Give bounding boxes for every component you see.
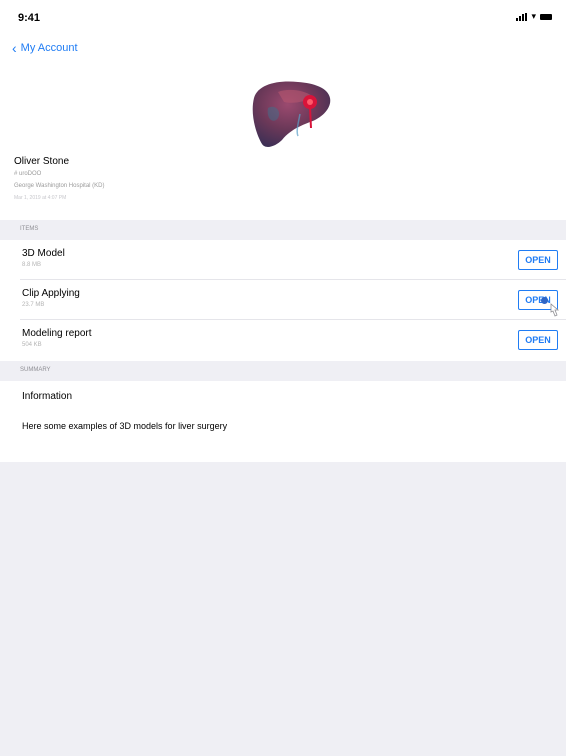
item-title: 3D Model: [22, 248, 65, 259]
open-button[interactable]: OPEN: [518, 250, 558, 270]
item-title: Modeling report: [22, 328, 92, 339]
summary-title: Information: [22, 391, 73, 402]
wifi-icon: ▾: [531, 11, 536, 21]
status-bar: 9:41 ▾: [0, 0, 566, 34]
list-item-3d-model: 3D Model 8.8 MB OPEN: [0, 240, 566, 280]
chevron-left-icon: ‹: [12, 40, 17, 56]
profile-card: Oliver Stone # uroDOO George Washington …: [0, 64, 566, 220]
item-size: 8.8 MB: [22, 262, 42, 268]
list-item-clip-applying: Clip Applying 23.7 MB OPEN: [0, 280, 566, 320]
item-title: Clip Applying: [22, 288, 80, 299]
items-list: 3D Model 8.8 MB OPEN Clip Applying 23.7 …: [0, 240, 566, 361]
open-button[interactable]: OPEN: [518, 330, 558, 350]
summary-card: Information Here some examples of 3D mod…: [0, 381, 566, 462]
items-section-header: ITEMS: [0, 220, 566, 240]
status-time: 9:41: [18, 12, 41, 24]
battery-icon: [540, 13, 552, 20]
profile-hospital: George Washington Hospital (KD): [14, 183, 105, 189]
item-size: 23.7 MB: [22, 302, 45, 308]
navigation-bar: ‹ My Account: [0, 34, 566, 64]
items-header-label: ITEMS: [20, 226, 39, 232]
profile-name: Oliver Stone: [14, 156, 70, 167]
list-item-modeling-report: Modeling report 504 KB OPEN: [0, 320, 566, 360]
summary-text: Here some examples of 3D models for live…: [22, 421, 228, 431]
signal-icon: [516, 12, 528, 21]
touch-indicator-icon: [541, 297, 548, 304]
back-button[interactable]: ‹ My Account: [12, 41, 78, 55]
profile-id: # uroDOO: [14, 171, 42, 177]
summary-section-header: SUMMARY: [0, 361, 566, 381]
hand-cursor-icon: [550, 303, 560, 317]
liver-3d-model-image: [252, 81, 331, 147]
status-icons: ▾: [516, 12, 552, 21]
item-size: 504 KB: [22, 342, 42, 348]
summary-header-label: SUMMARY: [20, 367, 51, 373]
profile-date: Mar 1, 2019 at 4:07 PM: [14, 195, 67, 201]
back-label: My Account: [20, 42, 78, 54]
